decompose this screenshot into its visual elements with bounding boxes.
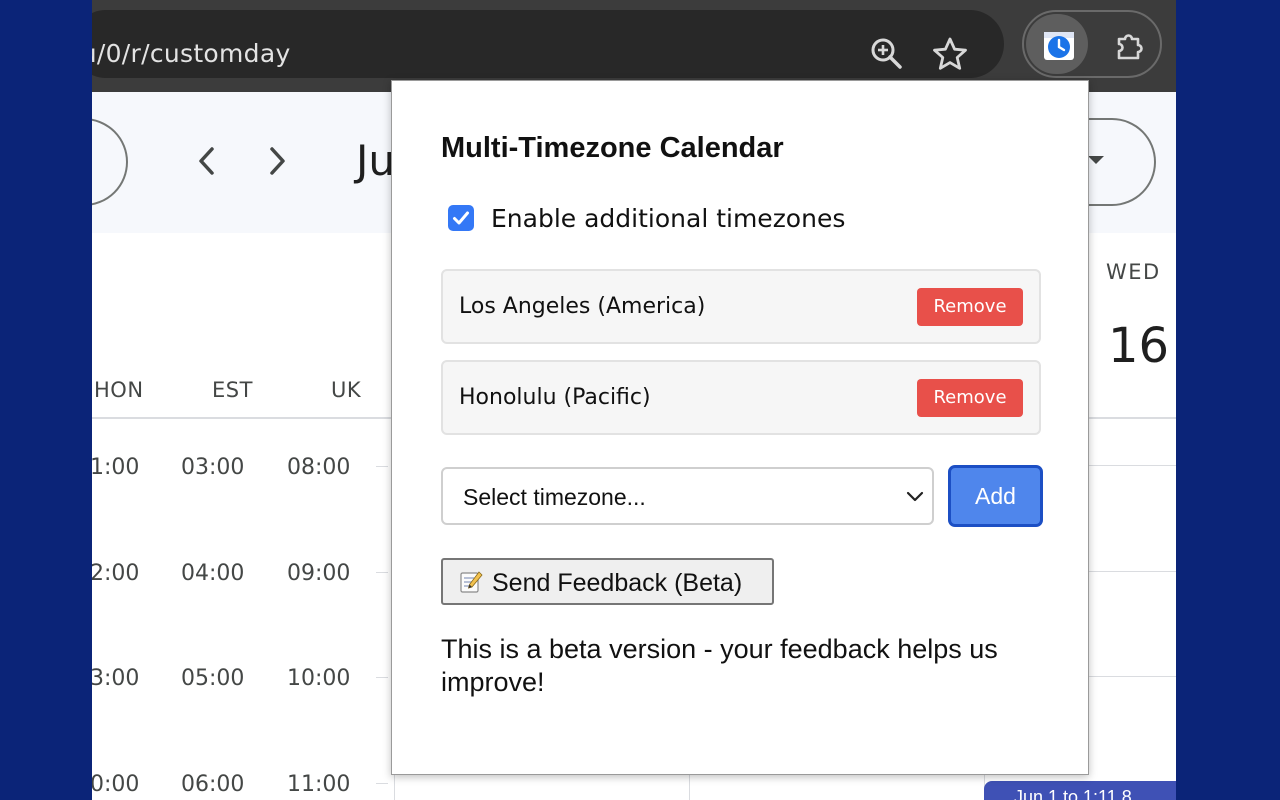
chevron-down-icon [906, 491, 924, 502]
time-est: 05:00 [181, 666, 245, 691]
puzzle-icon[interactable] [1114, 30, 1146, 62]
browser-toolbar: /u/0/r/customday [92, 0, 1176, 92]
multi-timezone-calendar-button[interactable] [1026, 14, 1088, 74]
timezone-label: Honolulu (Pacific) [459, 385, 651, 410]
timezone-select[interactable]: Select timezone... [441, 467, 934, 525]
hour-tick [376, 783, 388, 784]
day-name: WED [1106, 260, 1161, 284]
extension-popup: Multi-Timezone Calendar Enable additiona… [391, 80, 1089, 775]
timezone-label: Los Angeles (America) [459, 294, 706, 319]
time-uk: 11:00 [287, 772, 351, 797]
memo-icon [460, 571, 483, 593]
chevron-right-icon[interactable] [264, 144, 290, 178]
timezone-select-value: Select timezone... [463, 484, 646, 510]
month-title: Ju [356, 136, 396, 185]
tz-header-hon: HON [94, 378, 144, 402]
address-bar[interactable]: /u/0/r/customday [92, 10, 1004, 78]
send-feedback-button[interactable]: Send Feedback (Beta) [441, 558, 774, 605]
time-hon: 00:00 [92, 772, 140, 797]
time-est: 03:00 [181, 455, 245, 480]
send-feedback-label: Send Feedback (Beta) [492, 569, 743, 597]
time-uk: 10:00 [287, 666, 351, 691]
timezone-item: Honolulu (Pacific) Remove [441, 360, 1041, 435]
beta-notice: This is a beta version - your feedback h… [441, 634, 998, 697]
star-icon[interactable] [932, 36, 968, 72]
hour-tick [376, 572, 388, 573]
tz-header-uk: UK [331, 378, 362, 402]
checkmark-icon [453, 211, 469, 225]
remove-timezone-button[interactable]: Remove [917, 379, 1023, 417]
enable-timezones-label[interactable]: Enable additional timezones [491, 204, 845, 233]
today-button[interactable] [92, 118, 128, 206]
time-hon: 23:00 [92, 666, 140, 691]
time-uk: 09:00 [287, 561, 351, 586]
extension-group [1022, 10, 1162, 78]
time-uk: 08:00 [287, 455, 351, 480]
multi-timezone-calendar-icon [1044, 32, 1074, 60]
calendar-event[interactable]: Jun 1 to 1:11 8 [984, 781, 1176, 800]
hour-tick [376, 677, 388, 678]
time-hon: 21:00 [92, 455, 140, 480]
remove-timezone-button[interactable]: Remove [917, 288, 1023, 326]
hour-tick [376, 466, 388, 467]
enable-timezones-checkbox[interactable] [448, 205, 474, 231]
popup-title: Multi-Timezone Calendar [441, 132, 784, 164]
chevron-left-icon[interactable] [194, 144, 220, 178]
add-timezone-button[interactable]: Add [948, 465, 1043, 527]
tz-header-est: EST [212, 378, 253, 402]
url-text[interactable]: /u/0/r/customday [92, 39, 291, 68]
time-est: 04:00 [181, 561, 245, 586]
time-hon: 22:00 [92, 561, 140, 586]
day-number[interactable]: 16 [1108, 318, 1169, 374]
zoom-in-icon[interactable] [869, 36, 905, 72]
time-est: 06:00 [181, 772, 245, 797]
caret-down-icon [1088, 156, 1104, 164]
timezone-item: Los Angeles (America) Remove [441, 269, 1041, 344]
